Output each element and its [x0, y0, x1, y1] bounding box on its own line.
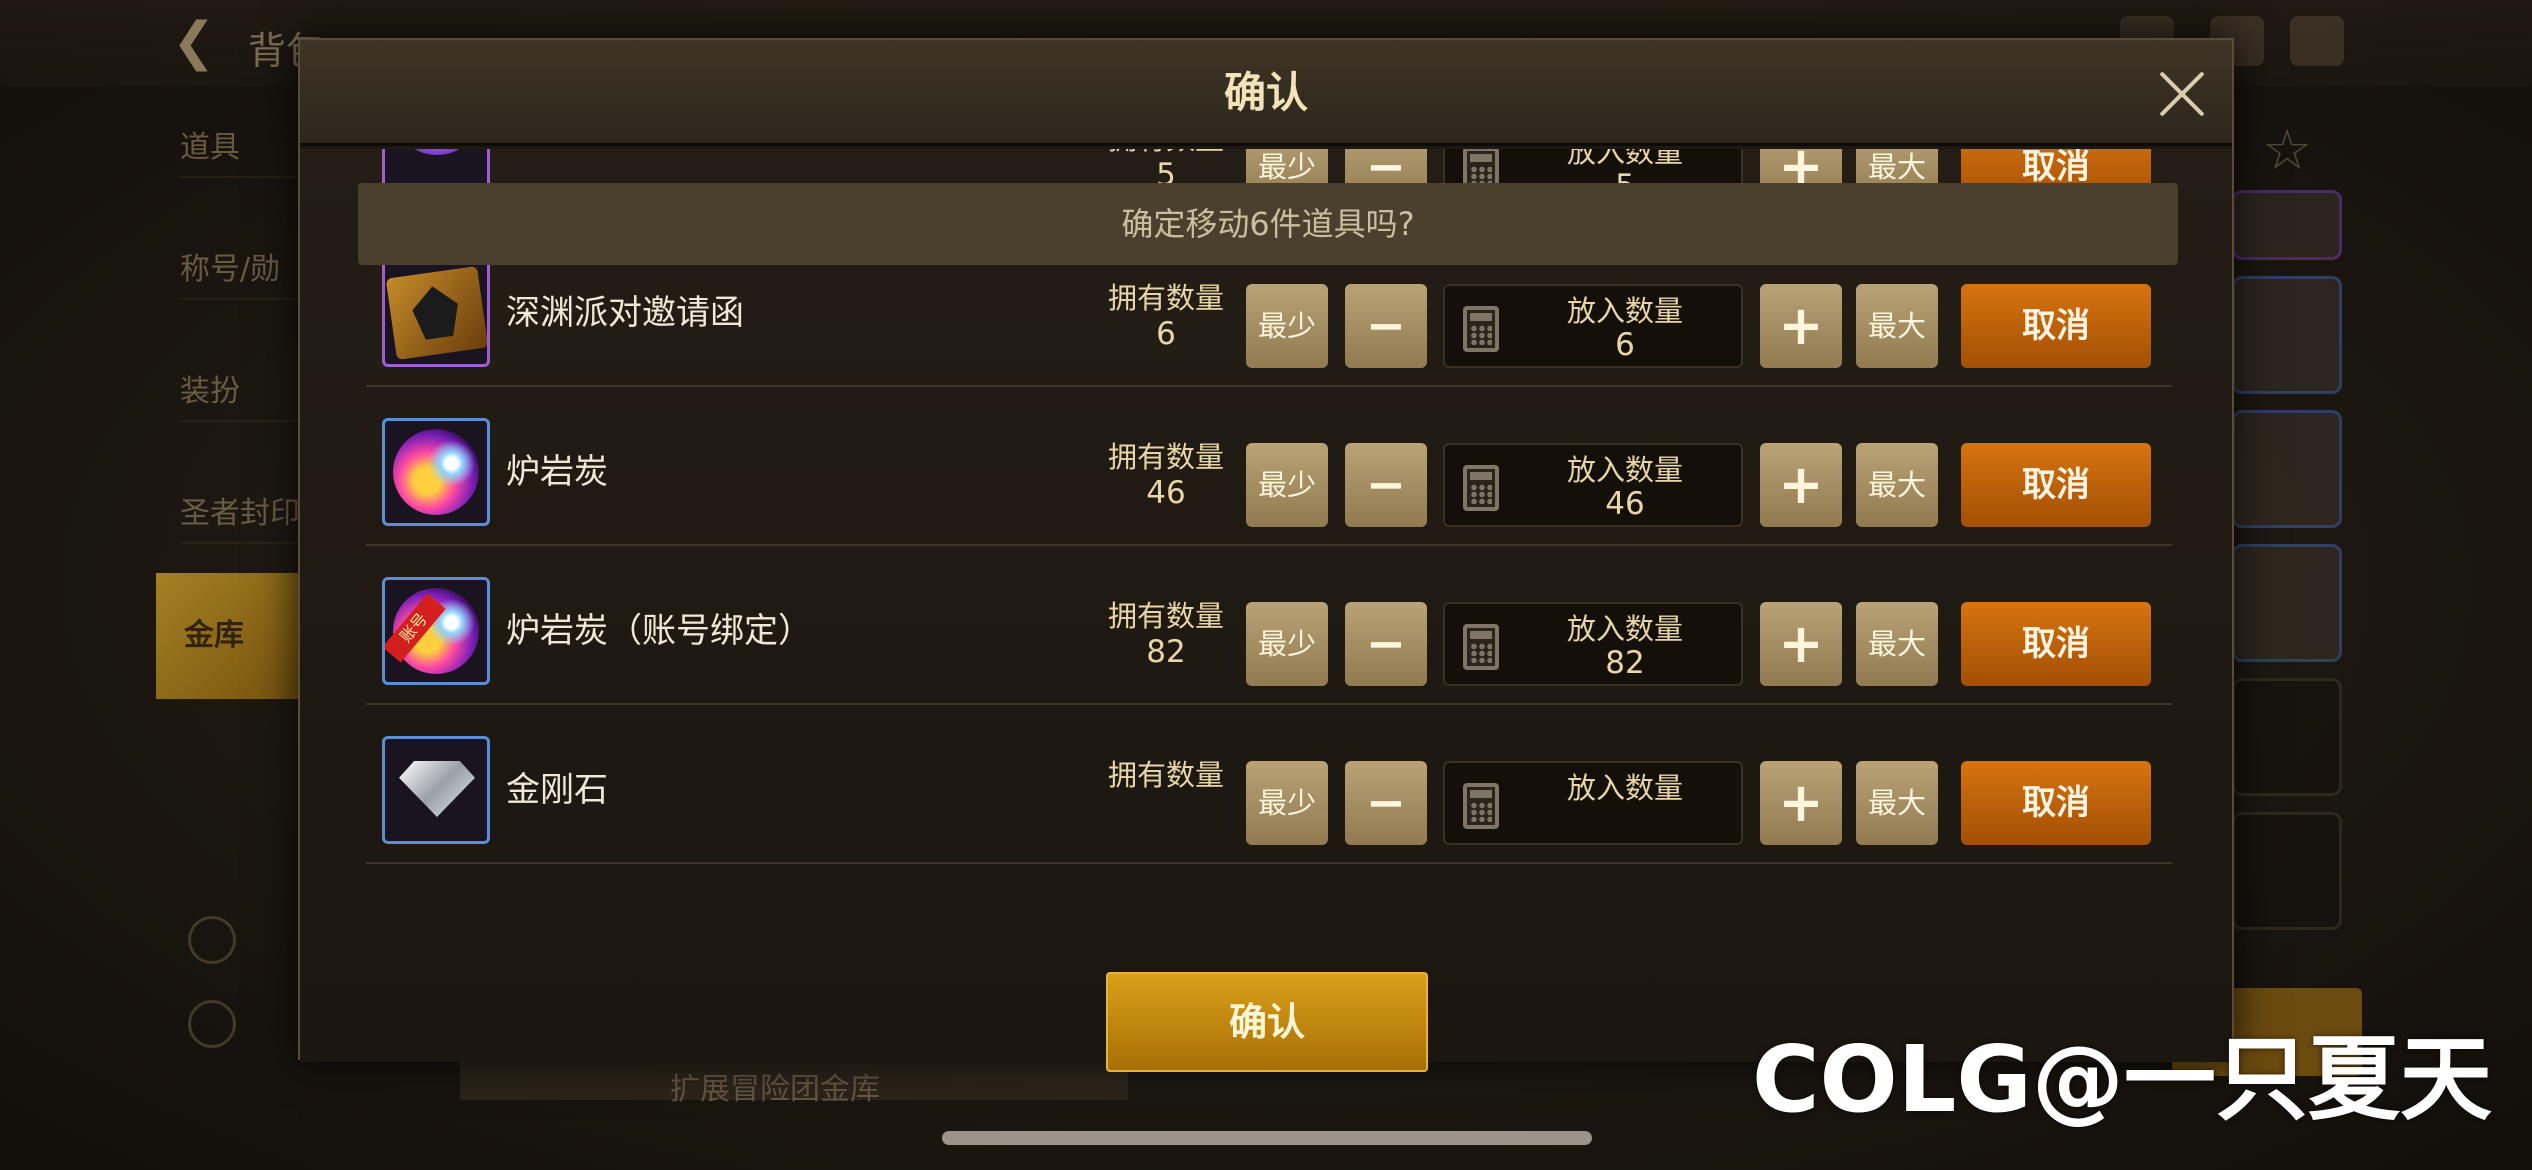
owned-label: 拥有数量 — [1081, 149, 1251, 157]
inventory-slot — [2232, 276, 2342, 394]
item-name: 炉岩炭（账号绑定） — [506, 611, 812, 651]
calculator-icon[interactable] — [1463, 306, 1499, 352]
background-bottom-text: 扩展冒险团金库 — [670, 1072, 880, 1107]
background-inventory-slots — [2232, 190, 2342, 946]
put-in-quantity-field[interactable]: 放入数量 6 — [1443, 284, 1743, 368]
inventory-slot — [2232, 678, 2342, 796]
put-in-quantity: 放入数量 46 — [1525, 453, 1725, 521]
confirm-dialog: 确认 确定移动6件道具吗? 拥有数量 5 最少 − — [298, 38, 2234, 1072]
home-indicator[interactable] — [942, 1131, 1592, 1145]
put-in-quantity-field[interactable]: 放入数量 — [1443, 761, 1743, 845]
calculator-icon[interactable] — [1463, 624, 1499, 670]
owned-quantity: 拥有数量 46 — [1081, 439, 1251, 511]
star-icon: ☆ — [2262, 118, 2313, 183]
max-button[interactable]: 最大 — [1856, 284, 1938, 368]
chat-icon — [2290, 16, 2344, 66]
owned-value: 46 — [1146, 475, 1186, 511]
min-button[interactable]: 最少 — [1246, 284, 1328, 368]
increase-button[interactable]: + — [1760, 284, 1842, 368]
inventory-slot — [2232, 190, 2342, 260]
put-in-label: 放入数量 — [1566, 453, 1683, 487]
min-button[interactable]: 最少 — [1246, 443, 1328, 527]
list-item: 炉岩炭 拥有数量 46 最少 − 放入数量 46 + 最大 取消 — [366, 387, 2172, 546]
put-in-label: 放入数量 — [1566, 771, 1683, 805]
calculator-icon[interactable] — [1463, 783, 1499, 829]
min-button[interactable]: 最少 — [1246, 602, 1328, 686]
put-in-quantity: 放入数量 82 — [1525, 612, 1725, 680]
inventory-slot — [2232, 410, 2342, 528]
confirm-message: 确定移动6件道具吗? — [358, 183, 2178, 265]
calculator-icon[interactable] — [1463, 465, 1499, 511]
confirm-button[interactable]: 确认 — [1106, 972, 1428, 1072]
owned-label: 拥有数量 — [1107, 440, 1224, 474]
put-in-label: 放入数量 — [1566, 612, 1683, 646]
cancel-button[interactable]: 取消 — [1961, 443, 2151, 527]
put-in-quantity-field[interactable]: 放入数量 82 — [1443, 602, 1743, 686]
list-item: 金刚石 拥有数量 最少 − 放入数量 + 最大 取消 — [366, 705, 2172, 864]
inventory-slot — [2232, 812, 2342, 930]
dialog-header: 确认 — [300, 40, 2232, 146]
sort-icon — [188, 1000, 236, 1048]
diamond-icon — [382, 736, 490, 844]
item-name: 炉岩炭 — [506, 452, 608, 492]
pyroxene-orb-icon — [382, 418, 490, 526]
decrease-button[interactable]: − — [1345, 443, 1427, 527]
put-in-quantity: 放入数量 6 — [1525, 294, 1725, 362]
min-button[interactable]: 最少 — [1246, 761, 1328, 845]
cancel-button[interactable]: 取消 — [1961, 761, 2151, 845]
list-item: 账号 炉岩炭（账号绑定） 拥有数量 82 最少 − 放入数量 82 + 最大 取… — [366, 546, 2172, 705]
decrease-button[interactable]: − — [1345, 284, 1427, 368]
put-in-value: 82 — [1605, 645, 1645, 681]
cancel-button[interactable]: 取消 — [1961, 284, 2151, 368]
increase-button[interactable]: + — [1760, 761, 1842, 845]
abyss-invitation-card-icon — [382, 259, 490, 367]
decrease-button[interactable]: − — [1345, 761, 1427, 845]
put-in-label: 放入数量 — [1566, 294, 1683, 328]
put-in-quantity: 放入数量 — [1525, 771, 1725, 805]
owned-value: 82 — [1146, 634, 1186, 670]
owned-quantity: 拥有数量 — [1081, 757, 1251, 793]
colg-watermark: COLG@一只夏天 — [1752, 1026, 2492, 1133]
game-screen: ❮ 背包 道具 称号/勋 装扮 圣者封印 金库 ☆ 扩展冒险团金库 确认 确定移… — [0, 0, 2532, 1170]
put-in-label: 放入数量 — [1566, 149, 1683, 169]
put-in-quantity-field[interactable]: 放入数量 46 — [1443, 443, 1743, 527]
close-icon[interactable] — [2154, 66, 2210, 122]
max-button[interactable]: 最大 — [1856, 602, 1938, 686]
owned-label: 拥有数量 — [1107, 281, 1224, 315]
owned-label: 拥有数量 — [1107, 758, 1224, 792]
increase-button[interactable]: + — [1760, 443, 1842, 527]
storage-icon — [188, 916, 236, 964]
owned-quantity: 拥有数量 82 — [1081, 598, 1251, 670]
dialog-title: 确认 — [1223, 68, 1308, 117]
back-arrow-icon: ❮ — [172, 12, 216, 72]
increase-button[interactable]: + — [1760, 602, 1842, 686]
put-in-value: 6 — [1615, 327, 1635, 363]
dialog-body: 确定移动6件道具吗? 拥有数量 5 最少 − — [300, 149, 2232, 1072]
put-in-value: 46 — [1605, 486, 1645, 522]
max-button[interactable]: 最大 — [1856, 443, 1938, 527]
inventory-slot — [2232, 544, 2342, 662]
owned-value: 6 — [1156, 316, 1176, 352]
item-name: 金刚石 — [506, 770, 608, 810]
owned-label: 拥有数量 — [1107, 599, 1224, 633]
background-tab-active: 金库 — [156, 573, 306, 699]
owned-quantity: 拥有数量 6 — [1081, 280, 1251, 352]
cancel-button[interactable]: 取消 — [1961, 602, 2151, 686]
pyroxene-orb-bound-icon: 账号 — [382, 577, 490, 685]
max-button[interactable]: 最大 — [1856, 761, 1938, 845]
decrease-button[interactable]: − — [1345, 602, 1427, 686]
